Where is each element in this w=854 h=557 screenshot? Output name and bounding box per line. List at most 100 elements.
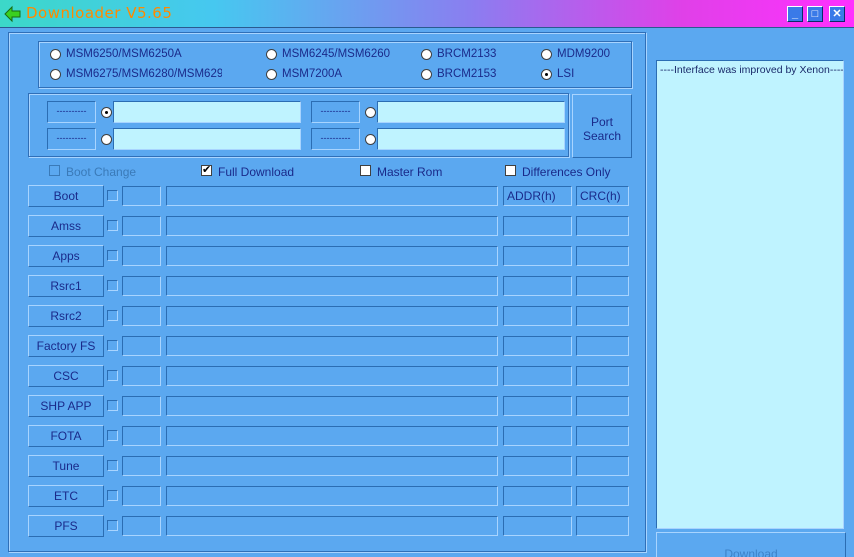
- port-field[interactable]: [377, 128, 565, 150]
- crc-field[interactable]: [576, 246, 629, 266]
- port-field[interactable]: [113, 101, 301, 123]
- port-field[interactable]: [377, 101, 565, 123]
- port-search-button[interactable]: Port Search: [572, 94, 632, 158]
- addr-field[interactable]: [503, 336, 572, 356]
- crc-field[interactable]: [576, 216, 629, 236]
- file-size-field[interactable]: [122, 366, 161, 386]
- crc-field[interactable]: CRC(h): [576, 186, 629, 206]
- download-button[interactable]: Download: [656, 532, 846, 557]
- chipset-radio[interactable]: [541, 49, 552, 60]
- crc-field[interactable]: [576, 336, 629, 356]
- file-button[interactable]: CSC: [28, 365, 104, 387]
- addr-field[interactable]: [503, 426, 572, 446]
- file-checkbox[interactable]: [107, 340, 118, 351]
- crc-field[interactable]: [576, 366, 629, 386]
- file-path-field[interactable]: [166, 396, 498, 416]
- file-path-field[interactable]: [166, 366, 498, 386]
- file-checkbox[interactable]: [107, 400, 118, 411]
- chipset-radio[interactable]: [421, 49, 432, 60]
- file-button[interactable]: FOTA: [28, 425, 104, 447]
- file-checkbox[interactable]: [107, 220, 118, 231]
- addr-field[interactable]: [503, 486, 572, 506]
- file-path-field[interactable]: [166, 516, 498, 536]
- addr-field[interactable]: [503, 396, 572, 416]
- close-icon[interactable]: ✕: [829, 6, 845, 22]
- file-path-field[interactable]: [166, 246, 498, 266]
- file-button[interactable]: Rsrc2: [28, 305, 104, 327]
- file-path-field[interactable]: [166, 456, 498, 476]
- file-checkbox[interactable]: [107, 250, 118, 261]
- addr-field[interactable]: [503, 516, 572, 536]
- master-rom-checkbox[interactable]: [360, 165, 371, 176]
- file-checkbox[interactable]: [107, 430, 118, 441]
- file-checkbox[interactable]: [107, 280, 118, 291]
- file-path-field[interactable]: [166, 276, 498, 296]
- file-button[interactable]: PFS: [28, 515, 104, 537]
- file-button[interactable]: SHP APP: [28, 395, 104, 417]
- port-field[interactable]: [113, 128, 301, 150]
- crc-field[interactable]: [576, 396, 629, 416]
- addr-field[interactable]: [503, 216, 572, 236]
- file-path-field[interactable]: [166, 186, 498, 206]
- addr-field[interactable]: ADDR(h): [503, 186, 572, 206]
- crc-field[interactable]: [576, 486, 629, 506]
- port-radio[interactable]: [101, 134, 112, 145]
- file-path-field[interactable]: [166, 336, 498, 356]
- file-size-field[interactable]: [122, 246, 161, 266]
- file-button[interactable]: Rsrc1: [28, 275, 104, 297]
- file-button[interactable]: ETC: [28, 485, 104, 507]
- chipset-radio[interactable]: [266, 49, 277, 60]
- maximize-icon[interactable]: □: [807, 6, 823, 22]
- file-size-field[interactable]: [122, 276, 161, 296]
- file-checkbox[interactable]: [107, 460, 118, 471]
- crc-field[interactable]: [576, 276, 629, 296]
- file-button[interactable]: Factory FS: [28, 335, 104, 357]
- chipset-radio[interactable]: [50, 69, 61, 80]
- file-button[interactable]: Amss: [28, 215, 104, 237]
- title-bar[interactable]: Downloader V5.65 _ □ ✕: [0, 0, 854, 28]
- file-size-field[interactable]: [122, 426, 161, 446]
- file-checkbox[interactable]: [107, 520, 118, 531]
- master-rom-label: Master Rom: [377, 165, 443, 179]
- file-checkbox[interactable]: [107, 490, 118, 501]
- addr-field[interactable]: [503, 366, 572, 386]
- addr-field[interactable]: [503, 276, 572, 296]
- chipset-radio[interactable]: [266, 69, 277, 80]
- minimize-icon[interactable]: _: [787, 6, 803, 22]
- crc-field[interactable]: [576, 516, 629, 536]
- file-path-field[interactable]: [166, 306, 498, 326]
- chipset-radio[interactable]: [421, 69, 432, 80]
- chipset-radio[interactable]: [50, 49, 61, 60]
- addr-field[interactable]: [503, 456, 572, 476]
- file-size-field[interactable]: [122, 336, 161, 356]
- file-size-field[interactable]: [122, 456, 161, 476]
- file-path-field[interactable]: [166, 426, 498, 446]
- file-button[interactable]: Boot: [28, 185, 104, 207]
- differences-only-checkbox[interactable]: [505, 165, 516, 176]
- chipset-radio[interactable]: [541, 69, 552, 80]
- file-path-field[interactable]: [166, 486, 498, 506]
- full-download-checkbox[interactable]: [201, 163, 212, 176]
- file-checkbox[interactable]: [107, 310, 118, 321]
- crc-field[interactable]: [576, 306, 629, 326]
- file-size-field[interactable]: [122, 306, 161, 326]
- file-size-field[interactable]: [122, 516, 161, 536]
- file-button[interactable]: Tune: [28, 455, 104, 477]
- port-radio[interactable]: [365, 107, 376, 118]
- file-path-field[interactable]: [166, 216, 498, 236]
- crc-field[interactable]: [576, 456, 629, 476]
- boot-change-checkbox[interactable]: [49, 165, 60, 176]
- log-textarea[interactable]: ----Interface was improved by Xenon----: [656, 60, 844, 529]
- file-checkbox[interactable]: [107, 190, 118, 201]
- addr-field[interactable]: [503, 306, 572, 326]
- file-checkbox[interactable]: [107, 370, 118, 381]
- file-size-field[interactable]: [122, 186, 161, 206]
- addr-field[interactable]: [503, 246, 572, 266]
- file-size-field[interactable]: [122, 486, 161, 506]
- file-size-field[interactable]: [122, 216, 161, 236]
- port-radio[interactable]: [101, 107, 112, 118]
- crc-field[interactable]: [576, 426, 629, 446]
- port-radio[interactable]: [365, 134, 376, 145]
- file-size-field[interactable]: [122, 396, 161, 416]
- file-button[interactable]: Apps: [28, 245, 104, 267]
